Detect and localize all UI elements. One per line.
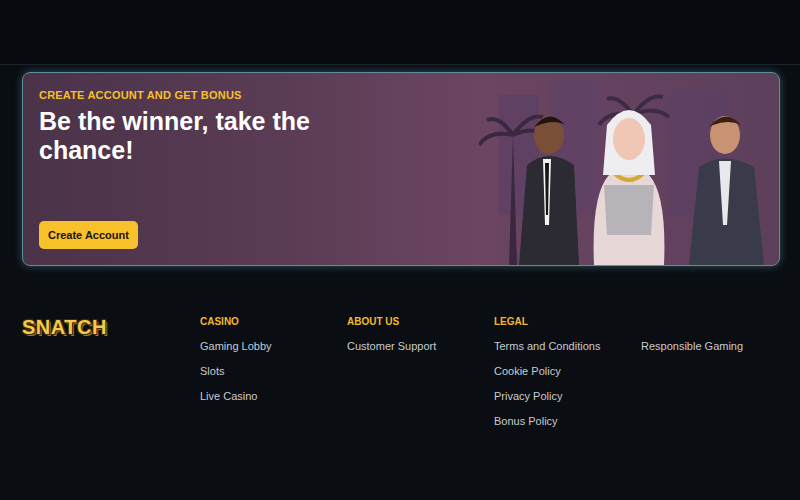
footer-column: CASINO Gaming Lobby Slots Live Casino — [200, 316, 347, 440]
footer-link[interactable]: Slots — [200, 365, 224, 378]
banner-section: CREATE ACCOUNT AND GET BONUS Be the winne… — [0, 65, 800, 266]
footer-column: Responsible Gaming — [641, 316, 781, 440]
top-bar — [0, 0, 800, 65]
footer-link[interactable]: Bonus Policy — [494, 415, 558, 428]
footer-link[interactable]: Responsible Gaming — [641, 340, 743, 353]
promo-banner: CREATE ACCOUNT AND GET BONUS Be the winne… — [22, 72, 780, 266]
footer-column-title: ABOUT US — [347, 316, 399, 328]
footer-link[interactable]: Privacy Policy — [494, 390, 562, 403]
brand-logo[interactable]: SNATCH — [22, 316, 107, 339]
footer-link[interactable]: Live Casino — [200, 390, 257, 403]
footer-column: ABOUT US Customer Support — [347, 316, 494, 440]
create-account-button[interactable]: Create Account — [39, 221, 138, 249]
site-footer: SNATCH CASINO Gaming Lobby Slots Live Casino… — [0, 266, 800, 440]
footer-column: LEGAL Terms and Conditions Cookie Policy Pr… — [494, 316, 641, 440]
banner-headline: Be the winner, take the chance! — [39, 107, 359, 165]
footer-link[interactable]: Terms and Conditions — [494, 340, 600, 353]
banner-content: CREATE ACCOUNT AND GET BONUS Be the winne… — [23, 73, 479, 265]
footer-column-title: LEGAL — [494, 316, 528, 328]
page: CREATE ACCOUNT AND GET BONUS Be the winne… — [0, 0, 800, 500]
footer-column-title: CASINO — [200, 316, 239, 328]
banner-characters-icon — [479, 75, 779, 265]
footer-link[interactable]: Gaming Lobby — [200, 340, 272, 353]
footer-link[interactable]: Cookie Policy — [494, 365, 561, 378]
banner-eyebrow: CREATE ACCOUNT AND GET BONUS — [39, 89, 463, 101]
logo-column: SNATCH — [22, 316, 200, 440]
footer-link[interactable]: Customer Support — [347, 340, 436, 353]
